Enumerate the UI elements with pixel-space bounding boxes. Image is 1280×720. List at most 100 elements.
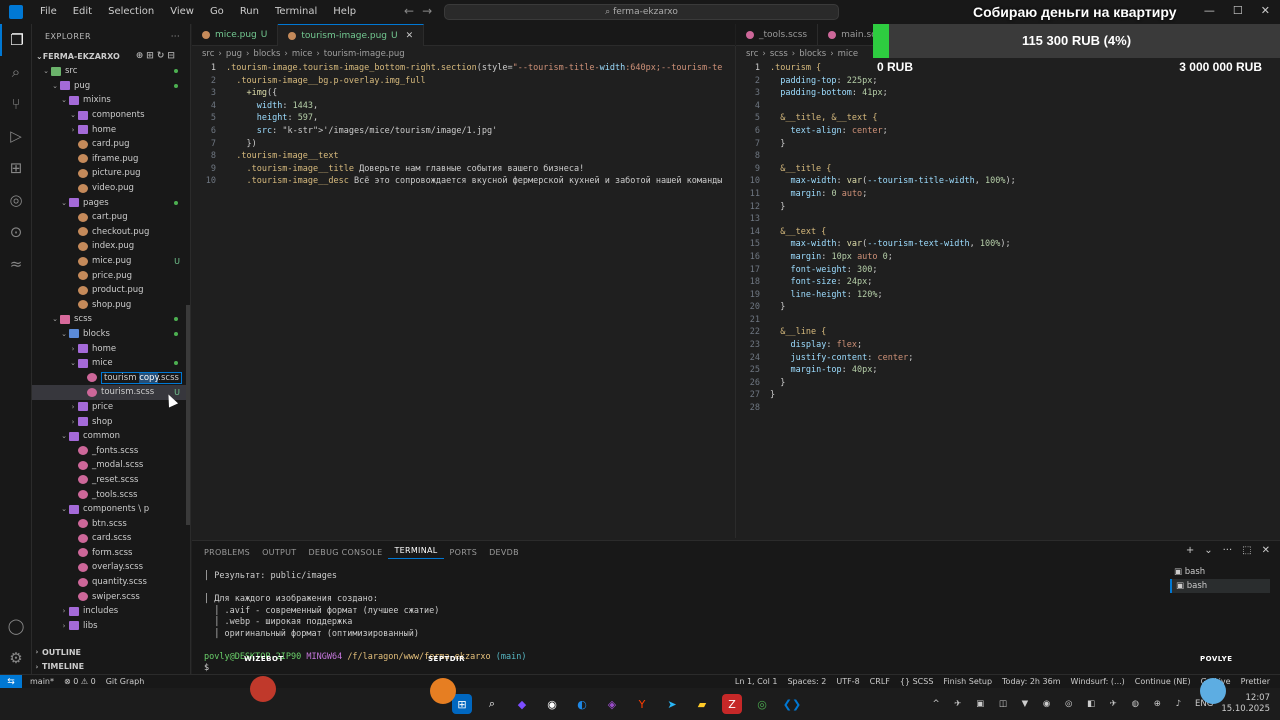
telegram-icon[interactable]: ➤ xyxy=(662,694,682,714)
back-arrow-icon[interactable]: ← xyxy=(404,4,414,18)
status-item[interactable]: UTF-8 xyxy=(836,677,859,686)
breadcrumb-item[interactable]: src xyxy=(202,49,214,59)
steam-icon[interactable]: ◉ xyxy=(542,694,562,714)
clock[interactable]: 12:07 15.10.2025 xyxy=(1221,693,1270,715)
tree-item[interactable]: _reset.scss xyxy=(32,473,190,488)
status-item[interactable]: Finish Setup xyxy=(943,677,992,686)
editor-tab[interactable]: tourism-image.pug U ✕ xyxy=(278,24,425,46)
yandex-browser-icon[interactable]: Y xyxy=(632,694,652,714)
menu-item-file[interactable]: File xyxy=(32,0,65,24)
panel-tab-problems[interactable]: PROBLEMS xyxy=(198,548,256,557)
menu-item-terminal[interactable]: Terminal xyxy=(267,0,325,24)
timeline-section[interactable]: › TIMELINE xyxy=(32,659,190,674)
tree-item[interactable]: cart.pug xyxy=(32,210,190,225)
remote-indicator-icon[interactable]: ⇆ xyxy=(0,674,22,689)
tree-item[interactable]: ⌄ common xyxy=(32,429,190,444)
status-item[interactable]: CRLF xyxy=(870,677,890,686)
breadcrumb-item[interactable]: mice xyxy=(292,49,313,59)
git-graph-icon[interactable]: ⊙ xyxy=(0,216,32,248)
tree-item[interactable]: checkout.pug xyxy=(32,225,190,240)
tree-item[interactable]: ⌄ scss xyxy=(32,312,190,327)
status-item[interactable]: Spaces: 2 xyxy=(787,677,826,686)
status-item[interactable]: Today: 2h 36m xyxy=(1002,677,1060,686)
editor-tab[interactable]: mice.pug U xyxy=(192,24,279,46)
breadcrumb-item[interactable]: mice xyxy=(838,49,859,59)
tree-item[interactable]: card.scss xyxy=(32,531,190,546)
file-explorer-icon[interactable]: ▰ xyxy=(692,694,712,714)
panel-tab-devdb[interactable]: DEVDB xyxy=(483,548,525,557)
more-actions-icon[interactable]: ··· xyxy=(1223,545,1233,556)
explorer-actions-icon[interactable]: ⊕⊞↻⊟ xyxy=(136,51,178,61)
tree-item[interactable]: form.scss xyxy=(32,546,190,561)
tree-item[interactable]: card.pug xyxy=(32,137,190,152)
left-editor[interactable]: 1 .tourism-image.tourism-image_bottom-rig… xyxy=(192,62,735,188)
tree-item[interactable]: video.pug xyxy=(32,181,190,196)
breadcrumb-item[interactable]: scss xyxy=(770,49,788,59)
status-item[interactable]: Continue (NE) xyxy=(1135,677,1191,686)
panel-tab-terminal[interactable]: TERMINAL xyxy=(388,546,444,559)
tree-item[interactable]: _tools.scss xyxy=(32,487,190,502)
menu-item-view[interactable]: View xyxy=(162,0,202,24)
search-icon[interactable]: ⌕ xyxy=(0,56,32,88)
start-menu-icon[interactable]: ⊞ xyxy=(452,694,472,714)
account-icon[interactable]: ◯ xyxy=(0,610,32,642)
run-debug-icon[interactable]: ▷ xyxy=(0,120,32,152)
tree-item[interactable]: ⌄ mice xyxy=(32,356,190,371)
new-terminal-icon[interactable]: + xyxy=(1186,545,1194,556)
project-root[interactable]: ⌄ FERMA-EKZARXO ⊕⊞↻⊟ xyxy=(32,48,190,64)
tree-item[interactable]: › includes xyxy=(32,604,190,619)
tab-close-icon[interactable]: ✕ xyxy=(406,31,414,41)
breadcrumb-item[interactable]: blocks xyxy=(253,49,280,59)
tree-item[interactable]: shop.pug xyxy=(32,298,190,313)
breadcrumb-item[interactable]: src xyxy=(746,49,758,59)
tree-item[interactable]: _fonts.scss xyxy=(32,443,190,458)
menu-item-help[interactable]: Help xyxy=(325,0,364,24)
breadcrumb-item[interactable]: tourism-image.pug xyxy=(324,49,405,59)
tree-item[interactable]: btn.scss xyxy=(32,516,190,531)
close-panel-icon[interactable]: ✕ xyxy=(1262,545,1270,556)
obsidian-icon[interactable]: ◆ xyxy=(512,694,532,714)
wave-icon[interactable]: ≈ xyxy=(0,248,32,280)
tree-item[interactable]: quantity.scss xyxy=(32,575,190,590)
menu-item-edit[interactable]: Edit xyxy=(65,0,100,24)
source-control-icon[interactable]: ⑂ xyxy=(0,88,32,120)
breadcrumb-item[interactable]: blocks xyxy=(799,49,826,59)
status-item[interactable]: Git Graph xyxy=(106,677,145,686)
tree-item[interactable]: tourism copy.scss xyxy=(32,370,190,385)
terminal-instance[interactable]: ▣ bash xyxy=(1170,565,1270,579)
tree-item[interactable]: iframe.pug xyxy=(32,152,190,167)
menu-item-go[interactable]: Go xyxy=(202,0,232,24)
tree-item[interactable]: price.pug xyxy=(32,268,190,283)
tree-item[interactable]: › home xyxy=(32,341,190,356)
outline-section[interactable]: › OUTLINE xyxy=(32,645,190,660)
edge-icon[interactable]: ◐ xyxy=(572,694,592,714)
status-item[interactable]: main* xyxy=(30,677,54,686)
command-center-search[interactable]: ⌕ ferma-ekzarxo xyxy=(444,4,839,20)
right-editor[interactable]: 1 .tourism {2 padding-top: 225px; 3 paddin… xyxy=(736,62,1280,415)
tree-item[interactable]: _modal.scss xyxy=(32,458,190,473)
tray-icons[interactable]: ^ ✈ ▣ ◫ ▼ ◉ ◎ ◧ ✈ ◍ ⊕ ♪ xyxy=(932,699,1187,709)
extensions-icon[interactable]: ⊞ xyxy=(0,152,32,184)
status-item[interactable]: {} SCSS xyxy=(900,677,934,686)
chrome-icon[interactable]: ◎ xyxy=(752,694,772,714)
tree-item[interactable]: overlay.scss xyxy=(32,560,190,575)
panel-tab-output[interactable]: OUTPUT xyxy=(256,548,302,557)
forward-arrow-icon[interactable]: → xyxy=(422,4,432,18)
tree-item[interactable]: picture.pug xyxy=(32,166,190,181)
tree-item[interactable]: ⌄ src xyxy=(32,64,190,79)
maximize-panel-icon[interactable]: ⬚ xyxy=(1242,545,1251,556)
search-icon[interactable]: ⌕ xyxy=(482,694,502,714)
tree-item[interactable]: › home xyxy=(32,122,190,137)
remote-icon[interactable]: ◎ xyxy=(0,184,32,216)
status-item[interactable]: ⊗ 0 ⚠ 0 xyxy=(64,677,96,686)
explorer-icon[interactable]: ❐ xyxy=(0,24,32,56)
tree-item[interactable]: ⌄ pages xyxy=(32,195,190,210)
terminal-instance[interactable]: ▣ bash xyxy=(1170,579,1270,593)
twitch-icon[interactable]: ◈ xyxy=(602,694,622,714)
status-item[interactable]: Windsurf: (...) xyxy=(1071,677,1125,686)
more-actions-icon[interactable]: ··· xyxy=(171,32,180,41)
filezilla-icon[interactable]: Z xyxy=(722,694,742,714)
breadcrumb-item[interactable]: pug xyxy=(226,49,242,59)
vscode-taskbar-icon[interactable]: ❮❯ xyxy=(782,694,802,714)
tree-item[interactable]: ⌄ blocks xyxy=(32,327,190,342)
